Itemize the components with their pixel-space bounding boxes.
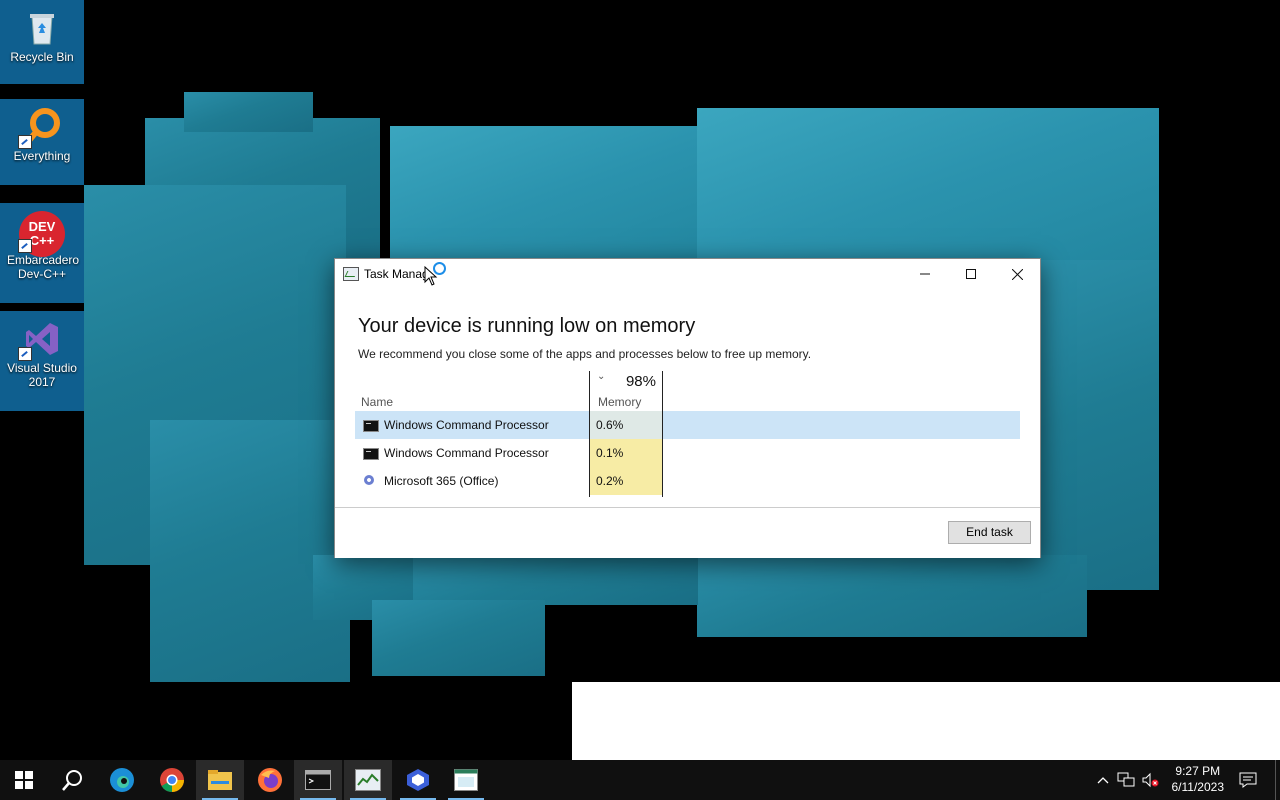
desktop-icon-label: Everything	[13, 149, 71, 163]
end-task-button[interactable]: End task	[948, 521, 1031, 544]
process-name: Windows Command Processor	[384, 446, 549, 460]
minimize-button[interactable]	[902, 259, 948, 289]
network-icon	[1117, 772, 1135, 787]
action-center-button[interactable]	[1234, 760, 1262, 800]
window-title: Task Manag	[364, 267, 429, 281]
search-icon	[62, 770, 82, 791]
table-row[interactable]: Microsoft 365 (Office) 0.2%	[355, 467, 1020, 495]
desktop-icon-label: Embarcadero Dev-C++	[7, 253, 80, 281]
process-name: Microsoft 365 (Office)	[384, 474, 499, 488]
memory-value: 0.6%	[596, 418, 624, 432]
taskbar-file-explorer[interactable]	[196, 760, 244, 800]
show-desktop-button[interactable]	[1275, 760, 1280, 800]
column-header-name[interactable]: Name	[361, 395, 393, 409]
memory-value: 0.2%	[596, 474, 624, 488]
close-button[interactable]	[994, 259, 1040, 289]
taskbar-microsoft-365[interactable]	[394, 760, 442, 800]
blank-white-area	[572, 682, 1280, 760]
shortcut-arrow-icon	[18, 239, 32, 253]
column-divider[interactable]	[662, 371, 663, 497]
sort-chevron-down-icon: ⌄	[597, 371, 606, 382]
minimize-icon	[920, 273, 930, 275]
taskbar-task-manager[interactable]	[344, 760, 392, 800]
start-button[interactable]	[0, 760, 48, 800]
show-hidden-icons-button[interactable]	[1092, 760, 1114, 800]
cmd-icon	[363, 420, 379, 432]
taskbar-chrome[interactable]	[148, 760, 196, 800]
taskbar: 9:27 PM 6/11/2023	[0, 760, 1280, 800]
notification-icon	[1239, 772, 1257, 788]
memory-value: 0.1%	[596, 446, 624, 460]
network-button[interactable]	[1115, 760, 1137, 800]
everything-search-icon	[18, 107, 62, 149]
microsoft-365-icon	[407, 769, 429, 791]
windows-logo-icon	[15, 771, 33, 789]
desktop-icon-everything[interactable]: Everything	[0, 99, 84, 185]
busy-spinner-icon	[433, 262, 446, 275]
shortcut-arrow-icon	[18, 135, 32, 149]
edge-icon	[110, 768, 134, 792]
column-header-memory[interactable]: ⌄ 98% Memory	[589, 371, 662, 411]
desktop-icon-label: Recycle Bin	[10, 50, 74, 64]
taskbar-edge[interactable]	[98, 760, 146, 800]
volume-muted-icon	[1142, 772, 1159, 788]
task-manager-icon	[355, 769, 381, 791]
dialog-description: We recommend you close some of the apps …	[358, 347, 812, 361]
desktop-icon-visual-studio[interactable]: Visual Studio 2017	[0, 311, 84, 411]
desktop-icon-devcpp[interactable]: DEV C++ Embarcadero Dev-C++	[0, 203, 84, 303]
search-button[interactable]	[48, 760, 96, 800]
dialog-heading: Your device is running low on memory	[358, 315, 696, 337]
cmd-icon	[305, 770, 331, 790]
task-manager-dialog: Task Manag Your device is running low on…	[334, 258, 1041, 558]
recycle-bin-icon	[22, 8, 62, 48]
clock-date: 6/11/2023	[1171, 780, 1225, 794]
table-row[interactable]: Windows Command Processor 0.6%	[355, 411, 1020, 439]
devcpp-icon: DEV C++	[18, 211, 65, 257]
volume-button[interactable]	[1139, 760, 1161, 800]
memory-total-percent: 98%	[625, 373, 656, 390]
table-row[interactable]: Windows Command Processor 0.1%	[355, 439, 1020, 467]
chrome-icon	[160, 768, 184, 792]
taskbar-firefox[interactable]	[246, 760, 294, 800]
process-name: Windows Command Processor	[384, 418, 549, 432]
close-icon	[1011, 268, 1023, 280]
memory-cell: 0.6%	[589, 411, 662, 439]
clock-time: 9:27 PM	[1175, 764, 1221, 778]
application-window-icon	[454, 769, 478, 791]
office-icon	[364, 475, 374, 485]
maximize-icon	[966, 269, 976, 279]
firefox-icon	[258, 768, 282, 792]
process-table: Name ⌄ 98% Memory Windows Command Proces…	[355, 371, 1020, 497]
folder-icon	[208, 770, 232, 790]
taskbar-window-app[interactable]	[442, 760, 490, 800]
taskbar-command-prompt[interactable]	[294, 760, 342, 800]
task-manager-icon	[343, 267, 359, 281]
chevron-up-icon	[1097, 777, 1109, 784]
taskbar-clock[interactable]: 9:27 PM 6/11/2023	[1172, 763, 1225, 795]
memory-label: Memory	[598, 395, 642, 409]
visual-studio-icon	[18, 319, 62, 361]
maximize-button[interactable]	[948, 259, 994, 289]
memory-cell: 0.2%	[589, 467, 662, 495]
desktop-icon-label: Visual Studio 2017	[7, 361, 77, 389]
cmd-icon	[363, 448, 379, 460]
dialog-footer: End task	[335, 507, 1040, 558]
shortcut-arrow-icon	[18, 347, 32, 361]
memory-cell: 0.1%	[589, 439, 662, 467]
desktop-icon-recycle-bin[interactable]: Recycle Bin	[0, 0, 84, 84]
column-divider[interactable]	[589, 371, 590, 497]
